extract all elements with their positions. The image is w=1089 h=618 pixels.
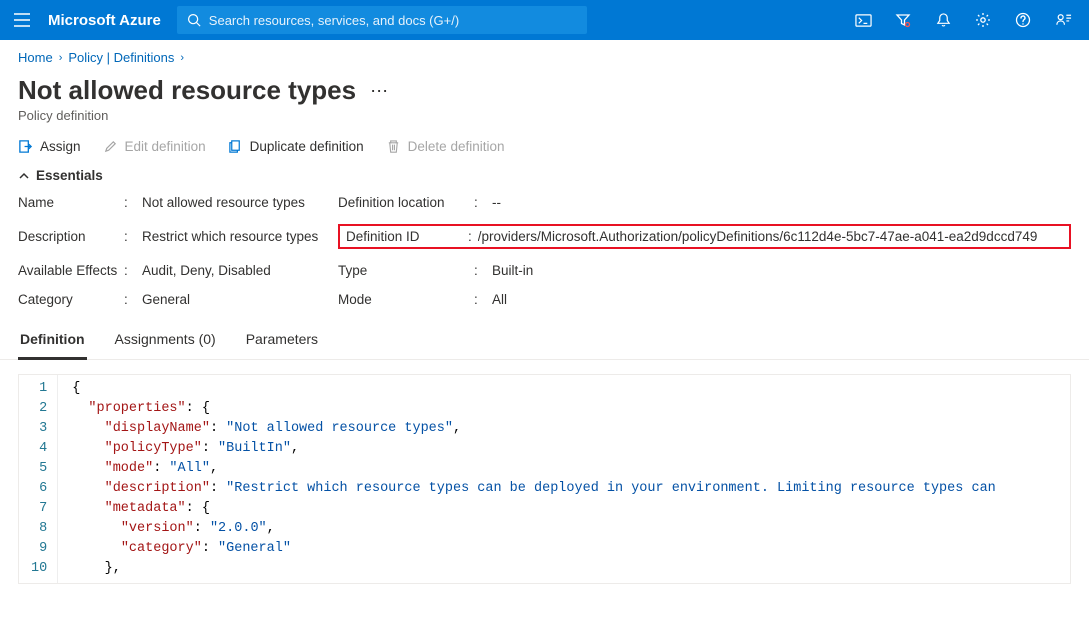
definition-id-highlight: Definition ID : /providers/Microsoft.Aut…: [338, 224, 1071, 249]
settings-button[interactable]: [963, 0, 1003, 40]
cloud-shell-icon: [855, 13, 872, 28]
breadcrumb: Home › Policy | Definitions ›: [0, 40, 1089, 69]
ess-desc-label: Description: [18, 229, 118, 244]
tab-assignments[interactable]: Assignments (0): [113, 325, 218, 360]
ess-type-label: Type: [338, 263, 468, 278]
ess-category-label: Category: [18, 292, 118, 307]
feedback-button[interactable]: [1043, 0, 1083, 40]
ess-mode-label: Mode: [338, 292, 468, 307]
topbar: Microsoft Azure: [0, 0, 1089, 40]
tab-parameters[interactable]: Parameters: [244, 325, 320, 360]
pencil-icon: [103, 139, 118, 154]
assign-label: Assign: [40, 139, 81, 154]
edit-definition-button[interactable]: Edit definition: [103, 139, 206, 154]
filter-icon: [895, 12, 911, 28]
duplicate-label: Duplicate definition: [250, 139, 364, 154]
more-button[interactable]: ⋯: [370, 82, 388, 100]
duplicate-icon: [228, 139, 243, 154]
line-gutter: 12345678910: [19, 375, 58, 583]
tab-definition[interactable]: Definition: [18, 325, 87, 360]
menu-button[interactable]: [0, 0, 44, 40]
ess-desc-value: Restrict which resource types: [142, 229, 332, 244]
ess-name-value: Not allowed resource types: [142, 195, 332, 210]
tabs: Definition Assignments (0) Parameters: [0, 319, 1089, 360]
page-subtitle: Policy definition: [0, 108, 1089, 133]
crumb-policy-definitions[interactable]: Policy | Definitions: [68, 50, 174, 65]
help-button[interactable]: [1003, 0, 1043, 40]
ess-defid-label: Definition ID: [346, 229, 462, 244]
filter-button[interactable]: [883, 0, 923, 40]
cloud-shell-button[interactable]: [843, 0, 883, 40]
bell-icon: [936, 12, 951, 29]
brand-label: Microsoft Azure: [44, 12, 175, 29]
ess-mode-value: All: [492, 292, 1071, 307]
ess-name-label: Name: [18, 195, 118, 210]
gear-icon: [975, 12, 991, 28]
search-box[interactable]: [177, 6, 587, 34]
ess-category-value: General: [142, 292, 332, 307]
duplicate-definition-button[interactable]: Duplicate definition: [228, 139, 364, 154]
trash-icon: [386, 139, 401, 154]
ess-effects-value: Audit, Deny, Disabled: [142, 263, 332, 278]
assign-button[interactable]: Assign: [18, 139, 81, 154]
page-title: Not allowed resource types: [18, 75, 356, 106]
feedback-icon: [1055, 12, 1072, 28]
notifications-button[interactable]: [923, 0, 963, 40]
code-content[interactable]: { "properties": { "displayName": "Not al…: [58, 375, 1006, 583]
ess-effects-label: Available Effects: [18, 263, 118, 278]
essentials-toggle[interactable]: Essentials: [0, 164, 1089, 187]
chevron-right-icon: ›: [180, 52, 184, 64]
command-bar: Assign Edit definition Duplicate definit…: [0, 133, 1089, 164]
essentials-grid: Name Not allowed resource types Definiti…: [0, 187, 1089, 319]
search-icon: [187, 13, 201, 27]
help-icon: [1015, 12, 1031, 28]
ess-loc-value: --: [492, 195, 1071, 210]
chevron-right-icon: ›: [59, 52, 63, 64]
delete-label: Delete definition: [408, 139, 505, 154]
essentials-heading: Essentials: [36, 168, 103, 183]
hamburger-icon: [14, 13, 30, 27]
json-editor[interactable]: 12345678910 { "properties": { "displayNa…: [18, 374, 1071, 584]
delete-definition-button[interactable]: Delete definition: [386, 139, 505, 154]
edit-label: Edit definition: [125, 139, 206, 154]
assign-icon: [18, 139, 33, 154]
topbar-actions: [843, 0, 1083, 40]
ess-defid-value: /providers/Microsoft.Authorization/polic…: [478, 229, 1038, 244]
chevron-up-icon: [18, 170, 30, 182]
ess-type-value: Built-in: [492, 263, 1071, 278]
crumb-home[interactable]: Home: [18, 50, 53, 65]
search-input[interactable]: [209, 13, 577, 28]
ess-loc-label: Definition location: [338, 195, 468, 210]
